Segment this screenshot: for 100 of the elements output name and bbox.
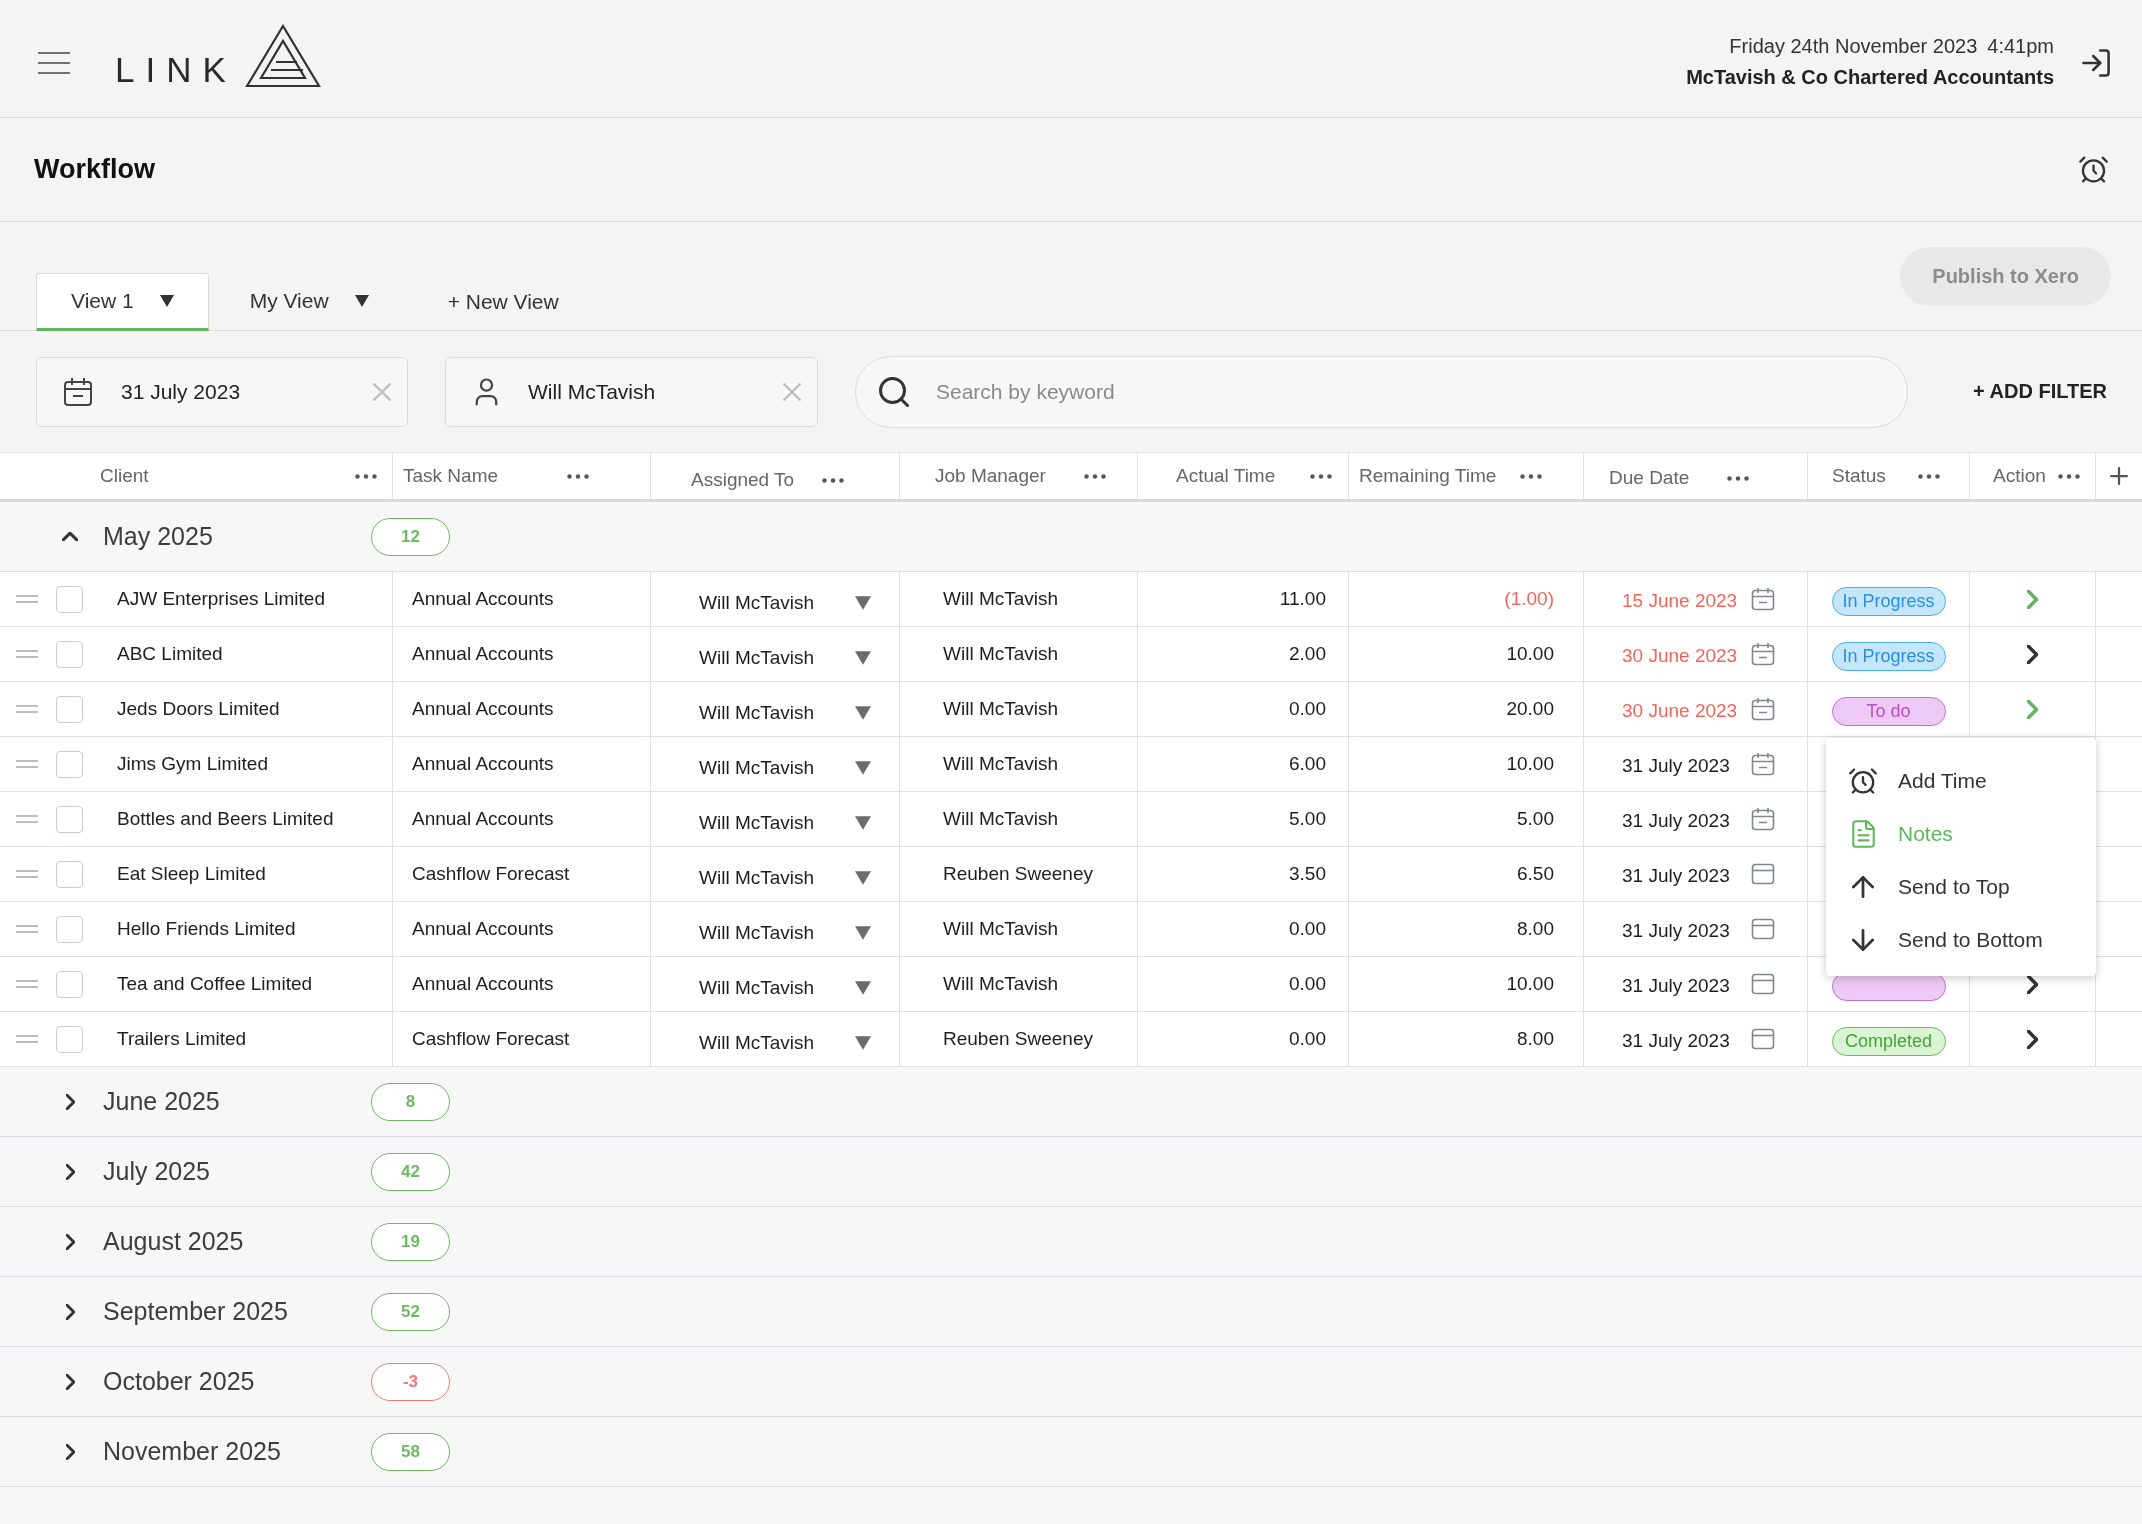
login-icon[interactable]: [2082, 48, 2110, 77]
assignee-select[interactable]: Will McTavish: [699, 682, 899, 736]
column-header[interactable]: Due Date: [1609, 467, 1690, 489]
assignee-select[interactable]: Will McTavish: [699, 792, 899, 846]
more-icon[interactable]: [822, 477, 844, 483]
assignee-select[interactable]: Will McTavish: [699, 847, 899, 901]
chevron-right-icon[interactable]: [65, 1443, 75, 1460]
count-badge: 52: [371, 1292, 450, 1331]
group-title: May 2025: [103, 522, 214, 551]
calendar-icon[interactable]: [1751, 642, 1775, 666]
drag-handle-icon[interactable]: [16, 595, 38, 603]
view-tab[interactable]: View 1: [36, 273, 209, 331]
date-filter[interactable]: 31 July 2023: [36, 356, 408, 427]
alarm-clock-icon[interactable]: [2079, 155, 2108, 184]
more-icon[interactable]: [567, 473, 589, 479]
caret-icon[interactable]: [354, 295, 369, 307]
manager-name: Will McTavish: [943, 918, 1059, 940]
task-name: Annual Accounts: [412, 643, 554, 665]
chevron-right-icon[interactable]: [65, 1093, 75, 1110]
drag-handle-icon[interactable]: [16, 1035, 38, 1043]
person-filter[interactable]: Will McTavish: [445, 356, 818, 427]
more-icon[interactable]: [1084, 473, 1106, 479]
calendar-icon[interactable]: [1751, 697, 1775, 721]
menu-item[interactable]: Send to Bottom: [1826, 913, 2096, 966]
add-filter-button[interactable]: + ADD FILTER: [1973, 380, 2107, 403]
search-icon: [879, 376, 909, 407]
chevron-right-icon[interactable]: [2027, 644, 2038, 664]
chevron-right-icon[interactable]: [65, 1163, 75, 1180]
count-badge: -3: [371, 1362, 450, 1401]
group-title: October 2025: [103, 1367, 256, 1396]
checkbox[interactable]: [56, 750, 83, 778]
more-icon[interactable]: [1520, 473, 1542, 479]
more-icon[interactable]: [1310, 473, 1332, 479]
checkbox[interactable]: [56, 860, 83, 888]
more-icon[interactable]: [1727, 475, 1749, 481]
drag-handle-icon[interactable]: [16, 815, 38, 823]
drag-handle-icon[interactable]: [16, 650, 38, 658]
due-date: 31 July 2023: [1622, 809, 1730, 832]
checkbox[interactable]: [56, 805, 83, 833]
assignee-select[interactable]: Will McTavish: [699, 957, 899, 1011]
chevron-right-icon[interactable]: [2027, 974, 2038, 994]
calendar-icon[interactable]: [1751, 752, 1775, 776]
column-header[interactable]: Actual Time: [1176, 465, 1276, 487]
search-field[interactable]: Search by keyword: [855, 355, 1909, 428]
date-text: Friday 24th November 2023: [1729, 34, 1978, 58]
assignee-select[interactable]: Will McTavish: [699, 737, 899, 791]
checkbox[interactable]: [56, 640, 83, 668]
calendar-icon[interactable]: [1751, 807, 1775, 831]
more-icon[interactable]: [355, 473, 377, 479]
checkbox[interactable]: [56, 970, 83, 998]
assignee-select[interactable]: Will McTavish: [699, 572, 899, 626]
drag-handle-icon[interactable]: [16, 925, 38, 933]
checkbox[interactable]: [56, 915, 83, 943]
column-header[interactable]: Job Manager: [935, 465, 1046, 487]
task-name: Cashflow Forecast: [412, 1028, 570, 1050]
plus-icon[interactable]: [2110, 467, 2128, 485]
drag-handle-icon[interactable]: [16, 980, 38, 988]
chevron-right-icon[interactable]: [2027, 1029, 2038, 1049]
menu-item[interactable]: Send to Top: [1826, 860, 2096, 913]
chevron-right-icon[interactable]: [65, 1303, 75, 1320]
more-icon[interactable]: [1918, 473, 1940, 479]
calendar-icon[interactable]: [1751, 1028, 1775, 1050]
count-badge: 19: [371, 1222, 450, 1261]
drag-handle-icon[interactable]: [16, 870, 38, 878]
menu-item[interactable]: Add Time: [1826, 754, 2096, 807]
new-view-button[interactable]: + New View: [427, 273, 579, 331]
column-header[interactable]: Task Name: [403, 465, 499, 487]
manager-name: Will McTavish: [943, 808, 1059, 830]
client-name: Trailers Limited: [117, 1028, 247, 1050]
column-header[interactable]: Client: [100, 465, 149, 487]
checkbox[interactable]: [56, 695, 83, 723]
assignee-select[interactable]: Will McTavish: [699, 1012, 899, 1066]
chevron-right-icon[interactable]: [65, 1233, 75, 1250]
group-title: July 2025: [103, 1157, 212, 1186]
chevron-right-icon[interactable]: [65, 1373, 75, 1390]
task-name: Annual Accounts: [412, 698, 554, 720]
chevron-up-icon[interactable]: [62, 532, 78, 541]
calendar-icon[interactable]: [1751, 587, 1775, 611]
drag-handle-icon[interactable]: [16, 760, 38, 768]
group-title: September 2025: [103, 1297, 289, 1326]
column-header[interactable]: Status: [1832, 465, 1886, 487]
more-icon[interactable]: [2058, 473, 2080, 479]
client-name: Bottles and Beers Limited: [117, 808, 334, 830]
checkbox[interactable]: [56, 585, 83, 613]
column-header[interactable]: Remaining Time: [1359, 465, 1497, 487]
due-date: 15 June 2023: [1622, 589, 1738, 612]
calendar-icon[interactable]: [1751, 863, 1775, 885]
menu-icon[interactable]: [38, 51, 70, 74]
manager-name: Will McTavish: [943, 643, 1059, 665]
column-header[interactable]: Action: [1993, 465, 2046, 487]
assignee-select[interactable]: Will McTavish: [699, 627, 899, 681]
calendar-icon[interactable]: [1751, 973, 1775, 995]
view-tab[interactable]: My View: [214, 273, 404, 331]
checkbox[interactable]: [56, 1025, 83, 1053]
drag-handle-icon[interactable]: [16, 705, 38, 713]
actual-time: 0.00: [1289, 698, 1326, 720]
assignee-select[interactable]: Will McTavish: [699, 902, 899, 956]
caret-icon[interactable]: [159, 295, 174, 307]
calendar-icon[interactable]: [1751, 918, 1775, 940]
column-header[interactable]: Assigned To: [691, 469, 795, 491]
